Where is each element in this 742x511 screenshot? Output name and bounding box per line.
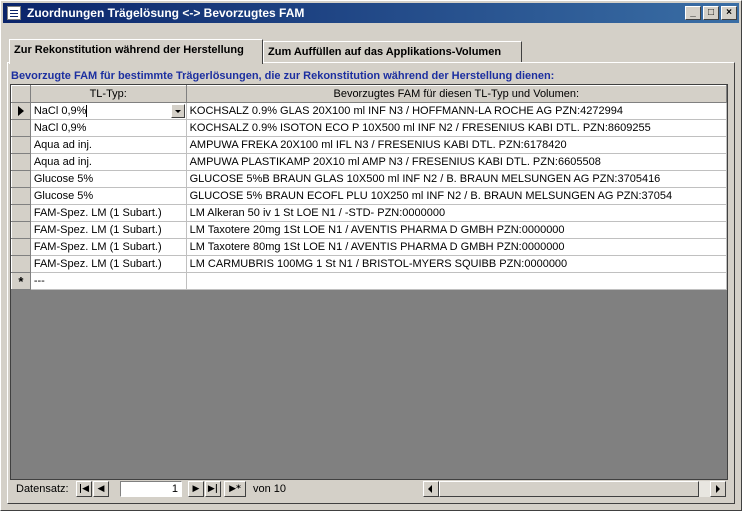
table-row: Aqua ad inj. AMPUWA PLASTIKAMP 20X10 ml … bbox=[11, 153, 727, 171]
fam-cell[interactable]: LM Taxotere 80mg 1St LOE N1 / AVENTIS PH… bbox=[185, 238, 727, 256]
datasheet-grid: TL-Typ: Bevorzugtes FAM für diesen TL-Ty… bbox=[10, 84, 728, 480]
scroll-right-icon[interactable] bbox=[710, 481, 726, 497]
previous-record-button[interactable]: ◀ bbox=[93, 481, 109, 497]
select-all-header[interactable] bbox=[11, 85, 31, 103]
dropdown-arrow-icon[interactable] bbox=[170, 104, 185, 118]
row-selector[interactable] bbox=[11, 238, 31, 256]
tl-typ-cell[interactable]: Aqua ad inj. bbox=[29, 153, 187, 171]
fam-cell[interactable]: AMPUWA PLASTIKAMP 20X10 ml AMP N3 / FRES… bbox=[185, 153, 727, 171]
row-selector[interactable] bbox=[11, 187, 31, 205]
next-record-button[interactable]: ▶ bbox=[188, 481, 204, 497]
tab-strip: Zur Rekonstitution während der Herstellu… bbox=[9, 39, 735, 64]
tl-typ-combobox[interactable]: NaCl 0,9% bbox=[29, 102, 187, 120]
row-selector[interactable] bbox=[11, 119, 31, 137]
column-header-tl-typ[interactable]: TL-Typ: bbox=[29, 85, 187, 103]
table-row: FAM-Spez. LM (1 Subart.) LM CARMUBRIS 10… bbox=[11, 255, 727, 273]
table-row: Glucose 5% GLUCOSE 5% BRAUN ECOFL PLU 10… bbox=[11, 187, 727, 205]
title-bar[interactable]: Zuordnungen Trägelösung <-> Bevorzugtes … bbox=[3, 3, 739, 23]
first-record-button[interactable]: |◀ bbox=[76, 481, 92, 497]
fam-cell[interactable]: KOCHSALZ 0.9% GLAS 20X100 ml INF N3 / HO… bbox=[185, 102, 727, 120]
main-window: Zuordnungen Trägelösung <-> Bevorzugtes … bbox=[0, 0, 742, 511]
table-row: FAM-Spez. LM (1 Subart.) LM Taxotere 20m… bbox=[11, 221, 727, 239]
current-record-icon bbox=[17, 106, 24, 117]
new-fam-cell[interactable] bbox=[185, 272, 727, 290]
maximize-button[interactable]: □ bbox=[703, 6, 719, 20]
table-row: NaCl 0,9% KOCHSALZ 0.9% GLAS 20X100 ml I… bbox=[11, 102, 727, 120]
row-selector-current[interactable] bbox=[11, 102, 31, 120]
tl-typ-cell[interactable]: FAM-Spez. LM (1 Subart.) bbox=[29, 221, 187, 239]
row-selector[interactable] bbox=[11, 170, 31, 188]
tab-auffuellen[interactable]: Zum Auffüllen auf das Applikations-Volum… bbox=[263, 41, 522, 63]
row-selector[interactable] bbox=[11, 153, 31, 171]
header-row: TL-Typ: Bevorzugtes FAM für diesen TL-Ty… bbox=[11, 85, 727, 103]
table-row: Aqua ad inj. AMPUWA FREKA 20X100 ml IFL … bbox=[11, 136, 727, 154]
last-record-button[interactable]: ▶| bbox=[205, 481, 221, 497]
record-count-text: von 10 bbox=[253, 483, 287, 495]
scroll-thumb[interactable] bbox=[439, 481, 699, 497]
fam-cell[interactable]: LM CARMUBRIS 100MG 1 St N1 / BRISTOL-MYE… bbox=[185, 255, 727, 273]
new-record-button[interactable]: ▶* bbox=[224, 481, 246, 497]
tl-typ-cell[interactable]: NaCl 0,9% bbox=[29, 119, 187, 137]
fam-cell[interactable]: LM Taxotere 20mg 1St LOE N1 / AVENTIS PH… bbox=[185, 221, 727, 239]
fam-cell[interactable]: GLUCOSE 5% BRAUN ECOFL PLU 10X250 ml INF… bbox=[185, 187, 727, 205]
column-header-fam[interactable]: Bevorzugtes FAM für diesen TL-Typ und Vo… bbox=[185, 85, 727, 103]
table-row: FAM-Spez. LM (1 Subart.) LM Alkeran 50 i… bbox=[11, 204, 727, 222]
tl-typ-cell[interactable]: Glucose 5% bbox=[29, 170, 187, 188]
tl-typ-value: NaCl 0,9% bbox=[33, 104, 87, 117]
fam-cell[interactable]: AMPUWA FREKA 20X100 ml IFL N3 / FRESENIU… bbox=[185, 136, 727, 154]
tl-typ-cell[interactable]: FAM-Spez. LM (1 Subart.) bbox=[29, 204, 187, 222]
table-row: FAM-Spez. LM (1 Subart.) LM Taxotere 80m… bbox=[11, 238, 727, 256]
text-cursor bbox=[86, 105, 88, 118]
tl-typ-cell[interactable]: Aqua ad inj. bbox=[29, 136, 187, 154]
tl-typ-cell[interactable]: FAM-Spez. LM (1 Subart.) bbox=[29, 255, 187, 273]
fam-cell[interactable]: GLUCOSE 5%B BRAUN GLAS 10X500 ml INF N2 … bbox=[185, 170, 727, 188]
form-icon bbox=[7, 6, 21, 20]
row-selector[interactable] bbox=[11, 221, 31, 239]
minimize-button[interactable]: _ bbox=[685, 6, 701, 20]
fam-cell[interactable]: LM Alkeran 50 iv 1 St LOE N1 / -STD- PZN… bbox=[185, 204, 727, 222]
scroll-left-icon[interactable] bbox=[423, 481, 439, 497]
table-row: Glucose 5% GLUCOSE 5%B BRAUN GLAS 10X500… bbox=[11, 170, 727, 188]
new-record-selector[interactable]: * bbox=[11, 272, 31, 290]
section-caption: Bevorzugte FAM für bestimmte Trägerlösun… bbox=[11, 70, 555, 82]
table-row: NaCl 0,9% KOCHSALZ 0.9% ISOTON ECO P 10X… bbox=[11, 119, 727, 137]
row-selector[interactable] bbox=[11, 204, 31, 222]
record-label: Datensatz: bbox=[16, 483, 69, 495]
new-record-row: * --- bbox=[11, 272, 727, 290]
new-record-icon: * bbox=[18, 273, 24, 289]
assignment-table: TL-Typ: Bevorzugtes FAM für diesen TL-Ty… bbox=[11, 85, 727, 290]
record-navigation-bar: Datensatz: |◀ ◀ 1 ▶ ▶| ▶* von 10 bbox=[10, 480, 728, 498]
close-button[interactable]: × bbox=[721, 6, 737, 20]
tl-typ-cell[interactable]: FAM-Spez. LM (1 Subart.) bbox=[29, 238, 187, 256]
tab-rekonstitution[interactable]: Zur Rekonstitution während der Herstellu… bbox=[9, 39, 263, 64]
window-title: Zuordnungen Trägelösung <-> Bevorzugtes … bbox=[27, 6, 305, 20]
row-selector[interactable] bbox=[11, 136, 31, 154]
new-tl-typ-cell[interactable]: --- bbox=[29, 272, 187, 290]
row-selector[interactable] bbox=[11, 255, 31, 273]
tl-typ-cell[interactable]: Glucose 5% bbox=[29, 187, 187, 205]
horizontal-scrollbar[interactable] bbox=[423, 481, 726, 497]
fam-cell[interactable]: KOCHSALZ 0.9% ISOTON ECO P 10X500 ml INF… bbox=[185, 119, 727, 137]
record-number-input[interactable]: 1 bbox=[120, 481, 182, 497]
